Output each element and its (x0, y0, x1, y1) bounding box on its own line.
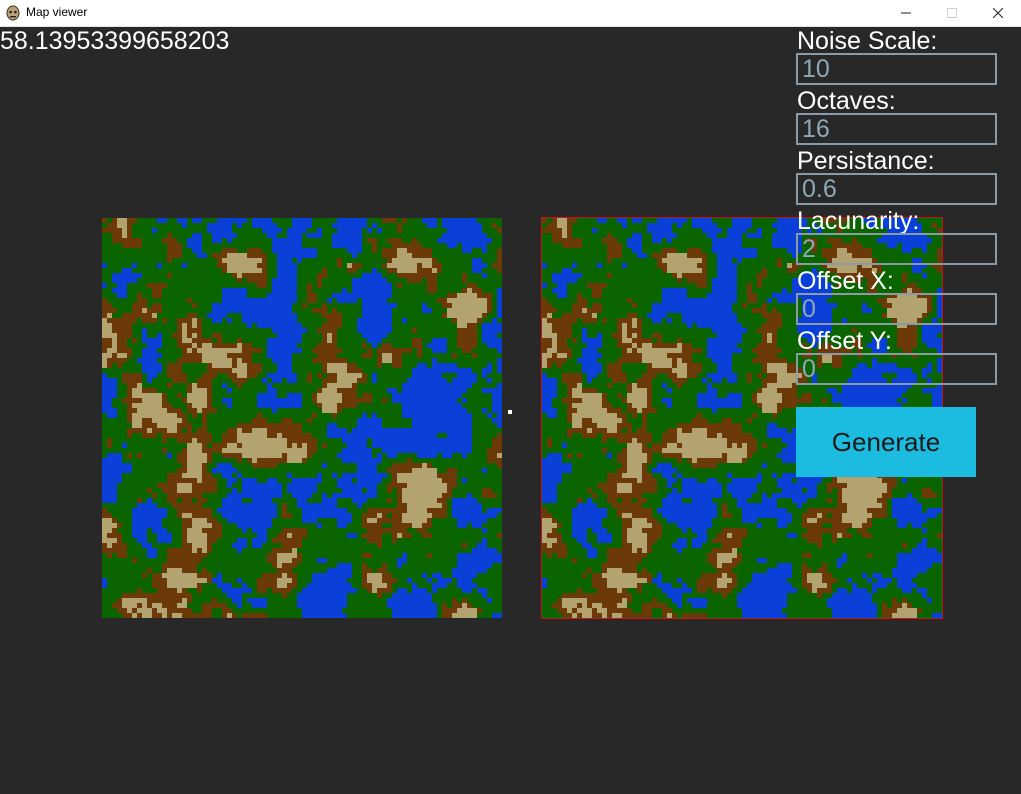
generate-button[interactable]: Generate (796, 407, 976, 477)
offset-x-input[interactable] (796, 293, 997, 325)
maximize-icon (947, 8, 957, 18)
octaves-input[interactable] (796, 113, 997, 145)
lacunarity-input[interactable] (796, 233, 997, 265)
window-title: Map viewer (26, 5, 88, 19)
close-button[interactable] (975, 0, 1021, 26)
title-bar: Map viewer (0, 0, 1021, 27)
fps-readout: 58.13953399658203 (0, 27, 230, 55)
minimize-button[interactable] (883, 0, 929, 26)
maximize-button[interactable] (929, 0, 975, 26)
minimize-icon (901, 12, 911, 14)
offset-y-input[interactable] (796, 353, 997, 385)
offset-y-label: Offset Y: (797, 327, 892, 355)
close-icon (993, 8, 1003, 18)
center-marker (508, 410, 512, 414)
app-icon (6, 5, 20, 21)
offset-x-label: Offset X: (797, 267, 894, 295)
terrain-grid (102, 218, 502, 618)
noise-scale-input[interactable] (796, 53, 997, 85)
noise-scale-label: Noise Scale: (797, 27, 938, 55)
lacunarity-label: Lacunarity: (797, 207, 920, 235)
octaves-label: Octaves: (797, 87, 896, 115)
persistance-input[interactable] (796, 173, 997, 205)
terrain-map-left (102, 218, 502, 618)
persistance-label: Persistance: (797, 147, 935, 175)
